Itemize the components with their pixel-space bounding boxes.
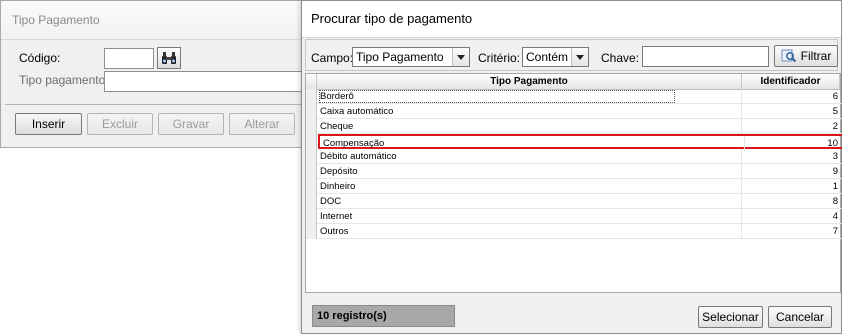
table-row[interactable]: Débito automático 3 xyxy=(317,149,842,164)
alterar-button[interactable]: Alterar xyxy=(229,113,295,135)
column-separator xyxy=(741,224,742,239)
row-name: DOC xyxy=(320,196,342,207)
excluir-button[interactable]: Excluir xyxy=(87,113,153,135)
procurar-dialog: Procurar tipo de pagamento Campo: Tipo P… xyxy=(301,0,842,334)
row-name: Depósito xyxy=(320,166,358,177)
criterio-label: Critério: xyxy=(478,51,521,65)
chevron-down-icon xyxy=(452,48,469,66)
table-row[interactable]: Cheque 2 xyxy=(317,119,842,134)
column-separator xyxy=(741,179,742,194)
criterio-select[interactable]: Contém xyxy=(522,47,589,67)
record-count-status: 10 registro(s) xyxy=(312,305,455,327)
row-name: Internet xyxy=(320,211,353,222)
column-separator xyxy=(741,119,742,134)
row-name: Débito automático xyxy=(320,151,397,162)
results-grid: Tipo Pagamento Identificador Borderô 6 C… xyxy=(305,73,842,293)
table-row[interactable]: Outros 7 xyxy=(317,224,842,239)
row-id: 7 xyxy=(832,226,838,237)
row-name: Compensação xyxy=(323,138,385,149)
row-header-corner xyxy=(306,74,317,89)
window-title: Tipo Pagamento xyxy=(12,13,100,27)
codigo-input[interactable] xyxy=(104,48,154,69)
search-icon xyxy=(781,49,796,63)
filtrar-label: Filtrar xyxy=(800,49,832,63)
table-row[interactable]: Dinheiro 1 xyxy=(317,179,842,194)
campo-select[interactable]: Tipo Pagamento xyxy=(352,47,470,67)
grid-header: Tipo Pagamento Identificador xyxy=(306,74,840,90)
criterio-value: Contém xyxy=(526,50,569,64)
row-id: 6 xyxy=(832,91,838,102)
table-row[interactable]: Caixa automático 5 xyxy=(317,104,842,119)
search-code-button[interactable] xyxy=(157,47,181,69)
tipo-pagamento-window: Tipo Pagamento Código: Tipo pagamento In… xyxy=(0,0,306,148)
chave-input[interactable] xyxy=(642,46,769,67)
table-row-selected[interactable]: Compensação 10 xyxy=(318,134,842,151)
row-header-column xyxy=(306,89,317,239)
row-id: 8 xyxy=(832,196,838,207)
selecionar-button[interactable]: Selecionar xyxy=(698,306,763,328)
column-header-tipo[interactable]: Tipo Pagamento xyxy=(317,74,742,89)
row-name: Cheque xyxy=(320,121,354,132)
table-row[interactable]: Depósito 9 xyxy=(317,164,842,179)
row-id: 9 xyxy=(832,166,838,177)
campo-label: Campo: xyxy=(311,51,354,65)
column-separator xyxy=(741,209,742,224)
column-separator xyxy=(741,164,742,179)
filter-toolbar: Campo: Tipo Pagamento Critério: Contém C… xyxy=(305,39,838,71)
dialog-titlebar: Procurar tipo de pagamento xyxy=(302,1,841,38)
chave-label: Chave: xyxy=(601,51,640,65)
table-row[interactable]: Internet 4 xyxy=(317,209,842,224)
table-row[interactable]: DOC 8 xyxy=(317,194,842,209)
row-id: 5 xyxy=(832,106,838,117)
row-id: 2 xyxy=(832,121,838,132)
chevron-down-icon xyxy=(571,48,588,66)
binoculars-icon xyxy=(162,52,176,64)
codigo-label: Código: xyxy=(19,51,61,65)
window-titlebar: Tipo Pagamento xyxy=(1,1,305,40)
row-id: 10 xyxy=(827,138,838,149)
tipo-pagamento-label: Tipo pagamento xyxy=(19,73,106,87)
filtrar-button[interactable]: Filtrar xyxy=(774,45,838,67)
column-separator xyxy=(741,104,742,119)
dialog-title: Procurar tipo de pagamento xyxy=(311,11,473,26)
gravar-button[interactable]: Gravar xyxy=(158,113,224,135)
row-id: 3 xyxy=(832,151,838,162)
column-separator xyxy=(741,89,742,104)
column-separator xyxy=(741,149,742,164)
row-id: 1 xyxy=(832,181,838,192)
table-row[interactable]: Borderô 6 xyxy=(317,89,842,104)
row-id: 4 xyxy=(832,211,838,222)
inserir-button[interactable]: Inserir xyxy=(15,113,82,135)
column-separator xyxy=(741,194,742,209)
row-name: Outros xyxy=(320,226,349,237)
column-header-identificador[interactable]: Identificador xyxy=(742,74,840,89)
campo-value: Tipo Pagamento xyxy=(356,50,444,64)
divider xyxy=(5,104,301,105)
cancelar-button[interactable]: Cancelar xyxy=(768,306,832,328)
row-name: Dinheiro xyxy=(320,181,356,192)
tipo-pagamento-input[interactable] xyxy=(104,71,304,92)
row-name: Borderô xyxy=(319,90,675,103)
row-name: Caixa automático xyxy=(320,106,394,117)
